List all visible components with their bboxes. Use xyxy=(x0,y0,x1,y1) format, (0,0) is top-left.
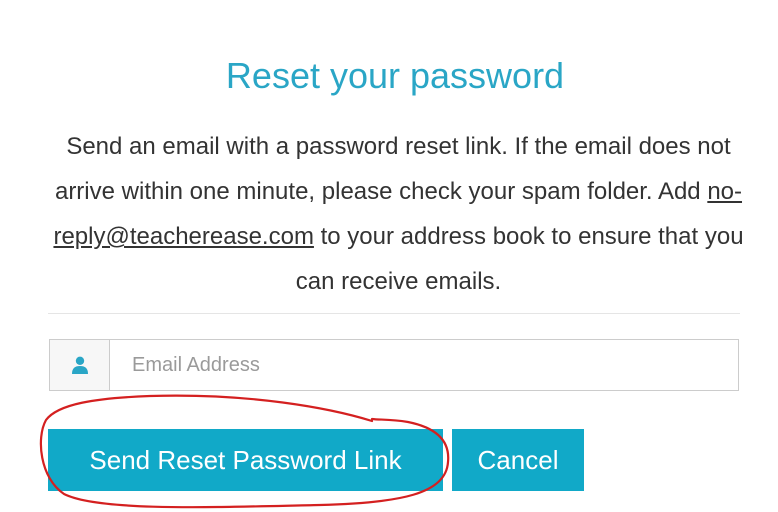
cancel-button[interactable]: Cancel xyxy=(452,429,584,491)
email-address-input[interactable] xyxy=(110,340,738,390)
divider xyxy=(48,313,740,314)
user-icon xyxy=(50,340,110,390)
description-text: Send an email with a password reset link… xyxy=(46,124,751,304)
email-input-group xyxy=(49,339,739,391)
reset-password-page: Reset your password Send an email with a… xyxy=(0,0,778,512)
description-part2: to your address book to ensure that you … xyxy=(295,223,744,295)
send-reset-password-link-button[interactable]: Send Reset Password Link xyxy=(48,429,443,491)
description-part1: Send an email with a password reset link… xyxy=(54,133,731,205)
page-title: Reset your password xyxy=(225,55,565,96)
